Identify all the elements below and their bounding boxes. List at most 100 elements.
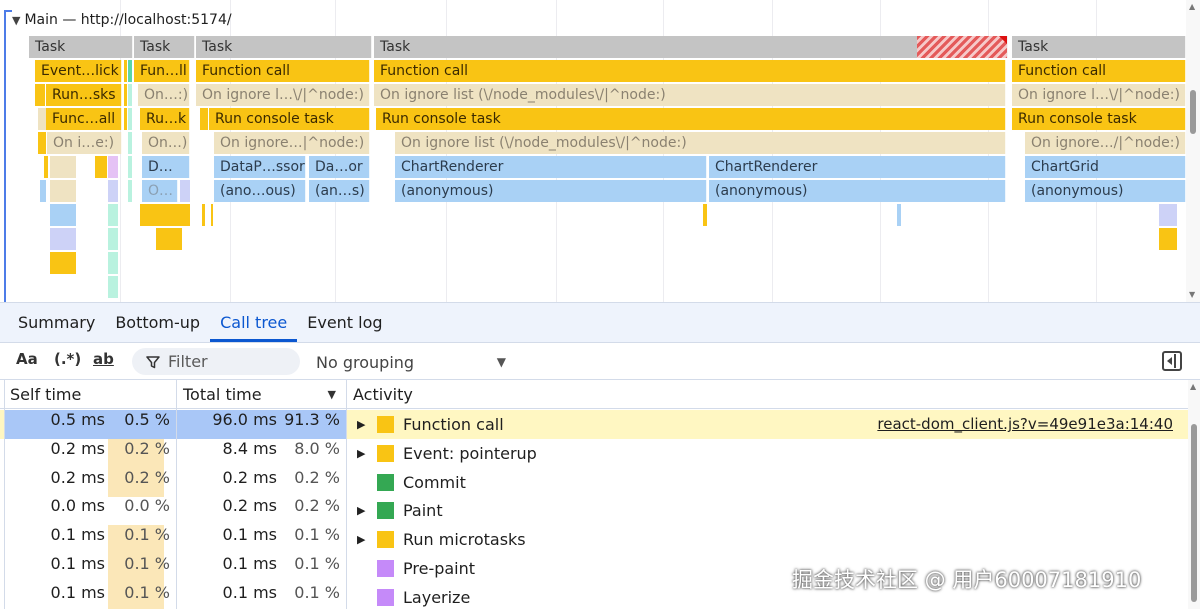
function-call-block[interactable]: Function call — [1012, 60, 1186, 82]
details-tab-bar: Summary Bottom-up Call tree Event log — [0, 302, 1200, 342]
ignore-list-block[interactable]: On…) — [142, 132, 190, 154]
task-block[interactable]: Task — [196, 36, 372, 58]
ignore-list-block[interactable]: On ignore l…\/|^node:) — [196, 84, 370, 106]
whole-word-button[interactable]: ab — [93, 350, 114, 368]
long-task-warning-hatch — [917, 36, 1007, 58]
ignore-list-block[interactable]: On ignore…/|^node:) — [1025, 132, 1186, 154]
activity-name: Layerize — [403, 587, 471, 607]
flame-chip — [108, 276, 118, 298]
column-header-activity[interactable]: Activity — [347, 380, 1188, 409]
ignore-list-block[interactable]: On…:) — [138, 84, 190, 106]
flame-chip — [128, 156, 132, 178]
chart-renderer-block[interactable]: ChartRenderer — [395, 156, 707, 178]
function-block[interactable]: D… — [142, 156, 190, 178]
ignore-list-block[interactable]: On i…e:) — [47, 132, 122, 154]
total-time-percent: 91.3 % — [284, 410, 340, 429]
run-microtasks-block[interactable]: Run…sks — [46, 84, 122, 106]
self-time-percent: 0.0 % — [124, 496, 170, 516]
table-row[interactable]: 0.2 ms 0.2 % 8.4 ms 8.0 % ▶ Event: pointerup — [0, 438, 1188, 468]
regex-button[interactable]: (.*) — [54, 350, 81, 368]
scroll-down-arrow-icon[interactable]: ▼ — [1189, 290, 1195, 299]
expand-arrow-icon[interactable]: ▶ — [357, 525, 369, 554]
match-case-button[interactable]: Aa — [16, 350, 38, 368]
tab-call-tree[interactable]: Call tree — [210, 304, 298, 342]
flame-chip — [95, 156, 107, 178]
tab-event-log[interactable]: Event log — [297, 304, 392, 342]
anonymous-block[interactable]: (anonymous) — [395, 180, 707, 202]
flame-chip — [180, 180, 190, 202]
track-header-main[interactable]: ▼ Main — http://localhost:5174/ — [12, 12, 232, 28]
run-console-task-block[interactable]: Run console task — [376, 108, 1006, 130]
expand-arrow-icon[interactable]: ▶ — [357, 410, 369, 439]
column-header-label: Activity — [353, 385, 413, 404]
ignore-list-block[interactable]: On ignore…|^node:) — [214, 132, 370, 154]
run-console-task-block[interactable]: Run console task — [209, 108, 370, 130]
flame-scrollbar[interactable]: ▲ ▼ — [1186, 0, 1200, 302]
table-row[interactable]: 0.5 ms 0.5 % 96.0 ms 91.3 % ▶ Function call re… — [0, 410, 1188, 439]
flame-chip — [38, 108, 46, 130]
table-scrollbar[interactable]: ▲ — [1188, 380, 1200, 609]
function-call-block[interactable]: Function call — [196, 60, 370, 82]
long-task-warning-icon — [999, 36, 1007, 44]
task-block[interactable]: Task — [1012, 36, 1186, 58]
collapse-triangle-icon[interactable]: ▼ — [12, 14, 20, 27]
ignore-list-block[interactable]: On ignore list (\/node_modules\/|^node:) — [395, 132, 1006, 154]
expand-arrow-icon[interactable]: ▶ — [357, 496, 369, 525]
scroll-up-arrow-icon[interactable]: ▲ — [1189, 2, 1195, 11]
task-block[interactable]: Task — [29, 36, 133, 58]
run-console-task-block[interactable]: Run console task — [1012, 108, 1186, 130]
ignore-list-block[interactable]: On ignore list (\/node_modules\/|^node:) — [374, 84, 1006, 106]
expand-arrow-icon[interactable]: ▶ — [357, 439, 369, 468]
flame-scroll-thumb[interactable] — [1190, 90, 1196, 134]
flame-chip — [35, 84, 45, 106]
scroll-up-arrow-icon[interactable]: ▲ — [1190, 382, 1196, 391]
self-time-percent: 0.1 % — [124, 554, 170, 573]
table-row[interactable]: 0.2 ms 0.2 % 0.2 ms 0.2 % Commit — [0, 467, 1188, 497]
flame-chip — [124, 108, 127, 130]
flame-chart[interactable]: ▼ Main — http://localhost:5174/ Task Tas… — [0, 0, 1200, 302]
anonymous-block[interactable]: (ano…ous) — [214, 180, 306, 202]
flame-chip — [703, 204, 707, 226]
self-time-value: 0.5 ms — [50, 410, 105, 429]
tab-bottom-up[interactable]: Bottom-up — [105, 304, 210, 342]
function-call-block[interactable]: Func…all — [46, 108, 122, 130]
chart-renderer-block[interactable]: ChartRenderer — [709, 156, 1006, 178]
function-call-block[interactable]: Event…lick — [35, 60, 122, 82]
total-time-percent: 8.0 % — [294, 438, 340, 458]
grouping-select[interactable]: No grouping ▼ — [316, 351, 512, 373]
anonymous-block[interactable]: (anonymous) — [1025, 180, 1186, 202]
filter-input[interactable] — [168, 352, 288, 371]
task-block[interactable]: Task — [374, 36, 1008, 58]
dropdown-caret-icon: ▼ — [496, 355, 506, 369]
task-block[interactable]: Task — [134, 36, 195, 58]
toggle-sidebar-icon[interactable] — [1162, 351, 1182, 371]
table-scroll-thumb[interactable] — [1191, 424, 1197, 602]
function-block[interactable]: DataP…ssor — [214, 156, 306, 178]
flame-chip — [124, 60, 127, 82]
anonymous-block[interactable]: (anonymous) — [709, 180, 1006, 202]
anonymous-block[interactable]: O… — [142, 180, 178, 202]
source-link[interactable]: react-dom_client.js?v=49e91e3a:14:40 — [877, 410, 1173, 439]
flame-chip — [108, 156, 118, 178]
anonymous-block[interactable]: (an…s) — [309, 180, 370, 202]
function-block[interactable]: Da…or — [309, 156, 370, 178]
flame-chip — [128, 132, 132, 154]
self-time-value: 0.2 ms — [50, 438, 105, 458]
flame-chip — [50, 204, 76, 226]
table-row[interactable]: 0.0 ms 0.0 % 0.2 ms 0.2 % ▶ Paint — [0, 496, 1188, 525]
function-call-block[interactable]: Function call — [374, 60, 1006, 82]
column-header-self-time[interactable]: Self time — [4, 380, 177, 409]
ignore-list-block[interactable]: On ignore l…\/|^node:) — [1012, 84, 1186, 106]
table-row[interactable]: 0.1 ms 0.1 % 0.1 ms 0.1 % ▶ Run microtasks — [0, 525, 1188, 555]
column-header-total-time[interactable]: Total time ▼ — [177, 380, 347, 409]
filter-field[interactable] — [132, 348, 300, 375]
chart-grid-block[interactable]: ChartGrid — [1025, 156, 1186, 178]
self-time-value: 0.1 ms — [50, 582, 105, 602]
run-console-task-block[interactable]: Ru…k — [140, 108, 190, 130]
total-time-value: 0.2 ms — [222, 496, 277, 516]
function-call-block[interactable]: Fun…ll — [134, 60, 190, 82]
activity-name: Event: pointerup — [403, 443, 537, 463]
flame-chip — [200, 108, 208, 130]
activity-name: Run microtasks — [403, 530, 526, 550]
tab-summary[interactable]: Summary — [8, 304, 105, 342]
